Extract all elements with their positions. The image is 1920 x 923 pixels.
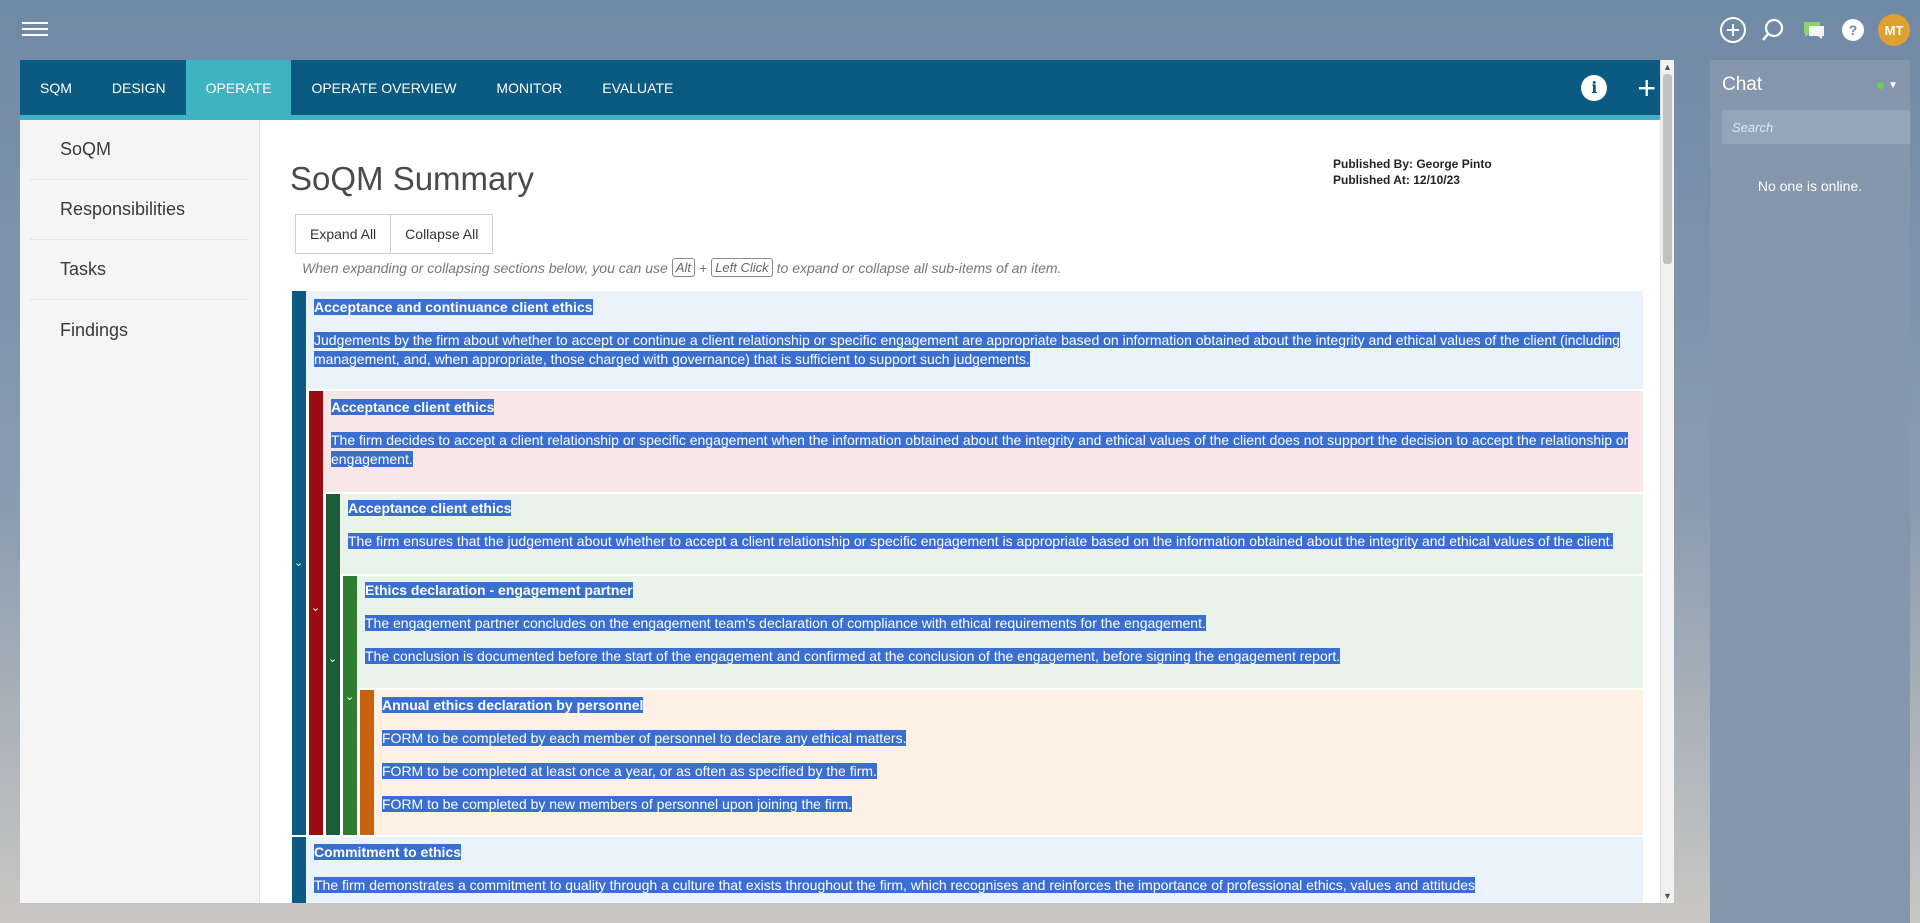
node-title[interactable]: Commitment to ethics <box>314 844 462 860</box>
tab-monitor[interactable]: MONITOR <box>476 60 582 115</box>
node-description: The engagement partner concludes on the … <box>365 615 1206 631</box>
chevron-down-icon[interactable]: ⌄ <box>294 556 303 569</box>
tab-operate-overview[interactable]: OPERATE OVERVIEW <box>291 60 476 115</box>
hint-plus: + <box>698 259 708 276</box>
sidebar-item-soqm[interactable]: SoQM <box>30 120 248 180</box>
list-item: FORM to be completed by new members of p… <box>382 796 853 812</box>
tree-bar-commitment[interactable] <box>292 837 306 903</box>
search-icon[interactable] <box>1758 15 1788 45</box>
info-icon[interactable]: i <box>1581 74 1608 101</box>
chevron-down-icon[interactable]: ⌄ <box>311 601 320 614</box>
sidebar-item-tasks[interactable]: Tasks <box>30 240 248 300</box>
content-area: SoQM Summary Published By: George Pinto … <box>260 120 1660 903</box>
hint-key-alt: Alt <box>671 258 695 277</box>
node-description: The firm decides to accept a client rela… <box>331 432 1629 467</box>
nav-bar: SQM DESIGN OPERATE OPERATE OVERVIEW MONI… <box>20 60 1674 120</box>
sidebar: SoQM Responsibilities Tasks Findings <box>20 120 260 903</box>
tab-evaluate[interactable]: EVALUATE <box>582 60 693 115</box>
node-title[interactable]: Acceptance client ethics <box>348 500 512 516</box>
tree-bar-level1[interactable]: ⌄ <box>292 291 306 835</box>
hint-prefix: When expanding or collapsing sections be… <box>302 259 668 276</box>
list-item: FORM to be completed by each member of p… <box>382 730 907 746</box>
svg-text:?: ? <box>1849 22 1858 38</box>
hint-key-left-click: Left Click <box>711 258 773 277</box>
node-2: Acceptance client ethics The firm decide… <box>331 398 1636 469</box>
tree-bar-level5[interactable] <box>360 690 374 835</box>
chevron-down-icon[interactable]: ⌄ <box>345 690 354 703</box>
list-item: FORM to be completed at least once a yea… <box>382 763 877 779</box>
expand-collapse-buttons: Expand All Collapse All <box>295 214 494 254</box>
sidebar-item-findings[interactable]: Findings <box>30 300 248 360</box>
chat-bubble-icon[interactable] <box>1798 15 1828 45</box>
vertical-scrollbar[interactable]: ▲ ▼ <box>1660 60 1674 903</box>
main-window: SQM DESIGN OPERATE OPERATE OVERVIEW MONI… <box>20 60 1674 903</box>
chat-title: Chat <box>1722 74 1763 95</box>
page-title: SoQM Summary <box>290 160 534 197</box>
scroll-up-arrow-icon[interactable]: ▲ <box>1663 62 1672 72</box>
online-status-dot-icon <box>1877 82 1885 89</box>
tab-design[interactable]: DESIGN <box>92 60 186 115</box>
node-3: Acceptance client ethics The firm ensure… <box>348 499 1638 551</box>
node-1: Acceptance and continuance client ethics… <box>314 298 1640 369</box>
add-icon[interactable]: + <box>1637 72 1656 104</box>
expand-all-button[interactable]: Expand All <box>295 214 392 254</box>
hint-text: When expanding or collapsing sections be… <box>302 258 1061 277</box>
hint-suffix: to expand or collapse all sub-items of a… <box>776 259 1062 276</box>
chat-panel: Chat ▼ No one is online. <box>1710 60 1910 923</box>
scrollbar-thumb[interactable] <box>1663 74 1672 264</box>
chevron-down-icon: ▼ <box>1888 80 1898 91</box>
hamburger-menu-icon[interactable] <box>22 18 48 40</box>
node-description: The conclusion is documented before the … <box>365 648 1341 664</box>
node-5: Annual ethics declaration by personnel F… <box>382 696 1637 814</box>
node-title[interactable]: Ethics declaration - engagement partner <box>365 582 633 598</box>
tab-sqm[interactable]: SQM <box>20 60 92 115</box>
scroll-down-arrow-icon[interactable]: ▼ <box>1663 891 1672 901</box>
add-circle-icon[interactable] <box>1718 15 1748 45</box>
node-title[interactable]: Acceptance and continuance client ethics <box>314 299 593 315</box>
publish-info: Published By: George Pinto Published At:… <box>1333 156 1492 188</box>
published-at: Published At: 12/10/23 <box>1333 173 1460 187</box>
node-description: Judgements by the firm about whether to … <box>314 332 1620 367</box>
help-icon[interactable]: ? <box>1838 15 1868 45</box>
user-avatar[interactable]: MT <box>1878 14 1910 46</box>
chat-search-input[interactable] <box>1722 110 1910 144</box>
tab-operate[interactable]: OPERATE <box>185 60 292 115</box>
chevron-down-icon[interactable]: ⌄ <box>328 652 337 665</box>
node-description: The firm demonstrates a commitment to qu… <box>314 877 1476 893</box>
chat-status-dropdown[interactable]: ▼ <box>1877 80 1898 91</box>
top-right-toolbar: ? MT <box>1718 14 1910 46</box>
node-6: Commitment to ethics The firm demonstrat… <box>314 843 1640 895</box>
node-4: Ethics declaration - engagement partner … <box>365 581 1635 666</box>
node-title[interactable]: Annual ethics declaration by personnel <box>382 697 644 713</box>
sidebar-item-responsibilities[interactable]: Responsibilities <box>30 180 248 240</box>
collapse-all-button[interactable]: Collapse All <box>391 214 494 254</box>
tree-bar-level2[interactable]: ⌄ <box>309 391 323 835</box>
node-title[interactable]: Acceptance client ethics <box>331 399 495 415</box>
published-by: Published By: George Pinto <box>1333 157 1492 171</box>
tree-bar-level3[interactable]: ⌄ <box>326 494 340 835</box>
chat-empty-message: No one is online. <box>1757 178 1863 194</box>
node-description: The firm ensures that the judgement abou… <box>348 533 1614 549</box>
tree-bar-level4[interactable]: ⌄ <box>343 576 357 835</box>
